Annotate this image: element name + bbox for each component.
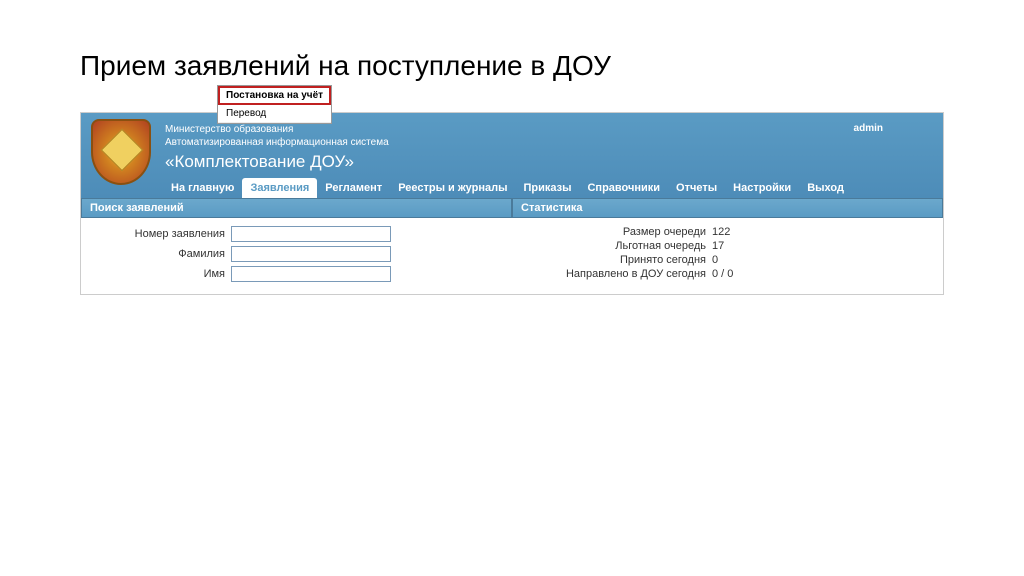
slide-title: Прием заявлений на поступление в ДОУ bbox=[80, 50, 944, 82]
stat-row-accepted: Принято сегодня 0 bbox=[522, 254, 933, 266]
nav-exit[interactable]: Выход bbox=[799, 178, 852, 198]
nav-orders[interactable]: Приказы bbox=[515, 178, 579, 198]
search-panel-header: Поиск заявлений bbox=[81, 198, 512, 218]
form-row-firstname: Имя bbox=[91, 266, 502, 282]
nav-directories[interactable]: Справочники bbox=[579, 178, 668, 198]
stats-panel-header: Статистика bbox=[512, 198, 943, 218]
nav-reports[interactable]: Отчеты bbox=[668, 178, 725, 198]
nav-settings[interactable]: Настройки bbox=[725, 178, 799, 198]
header-ministry: Министерство образования bbox=[165, 123, 933, 136]
input-number[interactable] bbox=[231, 226, 391, 242]
label-firstname: Имя bbox=[91, 268, 231, 280]
stats-panel-body: Размер очереди 122 Льготная очередь 17 П… bbox=[512, 218, 943, 290]
stat-label-priority: Льготная очередь bbox=[522, 240, 712, 252]
stat-value-directed: 0 / 0 bbox=[712, 268, 733, 280]
shield-icon bbox=[91, 119, 151, 185]
header-system-name: «Комплектование ДОУ» bbox=[165, 152, 933, 172]
search-panel: Поиск заявлений Номер заявления Фамилия … bbox=[81, 198, 512, 294]
nav-home[interactable]: На главную bbox=[163, 178, 242, 198]
stat-value-priority: 17 bbox=[712, 240, 724, 252]
nav-applications[interactable]: Заявления bbox=[242, 178, 317, 198]
stat-label-accepted: Принято сегодня bbox=[522, 254, 712, 266]
input-lastname[interactable] bbox=[231, 246, 391, 262]
applications-dropdown: Постановка на учёт Перевод bbox=[217, 85, 332, 124]
search-panel-body: Номер заявления Фамилия Имя bbox=[81, 218, 512, 294]
shield-inner-icon bbox=[101, 129, 143, 171]
form-row-lastname: Фамилия bbox=[91, 246, 502, 262]
app-window: Министерство образования Автоматизирован… bbox=[80, 112, 944, 295]
logo-emblem bbox=[91, 119, 153, 187]
stats-panel: Статистика Размер очереди 122 Льготная о… bbox=[512, 198, 943, 294]
stat-row-priority: Льготная очередь 17 bbox=[522, 240, 933, 252]
stat-value-queue: 122 bbox=[712, 226, 730, 238]
app-header: Министерство образования Автоматизирован… bbox=[81, 113, 943, 198]
admin-user-label[interactable]: admin bbox=[854, 123, 883, 134]
stat-row-directed: Направлено в ДОУ сегодня 0 / 0 bbox=[522, 268, 933, 280]
stat-label-queue: Размер очереди bbox=[522, 226, 712, 238]
stat-value-accepted: 0 bbox=[712, 254, 718, 266]
nav-registers[interactable]: Реестры и журналы bbox=[390, 178, 515, 198]
nav-reglament[interactable]: Регламент bbox=[317, 178, 390, 198]
header-text-block: Министерство образования Автоматизирован… bbox=[165, 119, 933, 172]
stat-row-queue: Размер очереди 122 bbox=[522, 226, 933, 238]
header-subtitle: Автоматизированная информационная систем… bbox=[165, 136, 933, 149]
input-firstname[interactable] bbox=[231, 266, 391, 282]
form-row-number: Номер заявления bbox=[91, 226, 502, 242]
main-nav: На главную Заявления Регламент Реестры и… bbox=[163, 176, 852, 198]
label-lastname: Фамилия bbox=[91, 248, 231, 260]
stat-label-directed: Направлено в ДОУ сегодня bbox=[522, 268, 712, 280]
label-number: Номер заявления bbox=[91, 228, 231, 240]
content-area: Поиск заявлений Номер заявления Фамилия … bbox=[81, 198, 943, 294]
dropdown-item-registration[interactable]: Постановка на учёт bbox=[218, 86, 331, 105]
dropdown-item-transfer[interactable]: Перевод bbox=[218, 105, 331, 123]
